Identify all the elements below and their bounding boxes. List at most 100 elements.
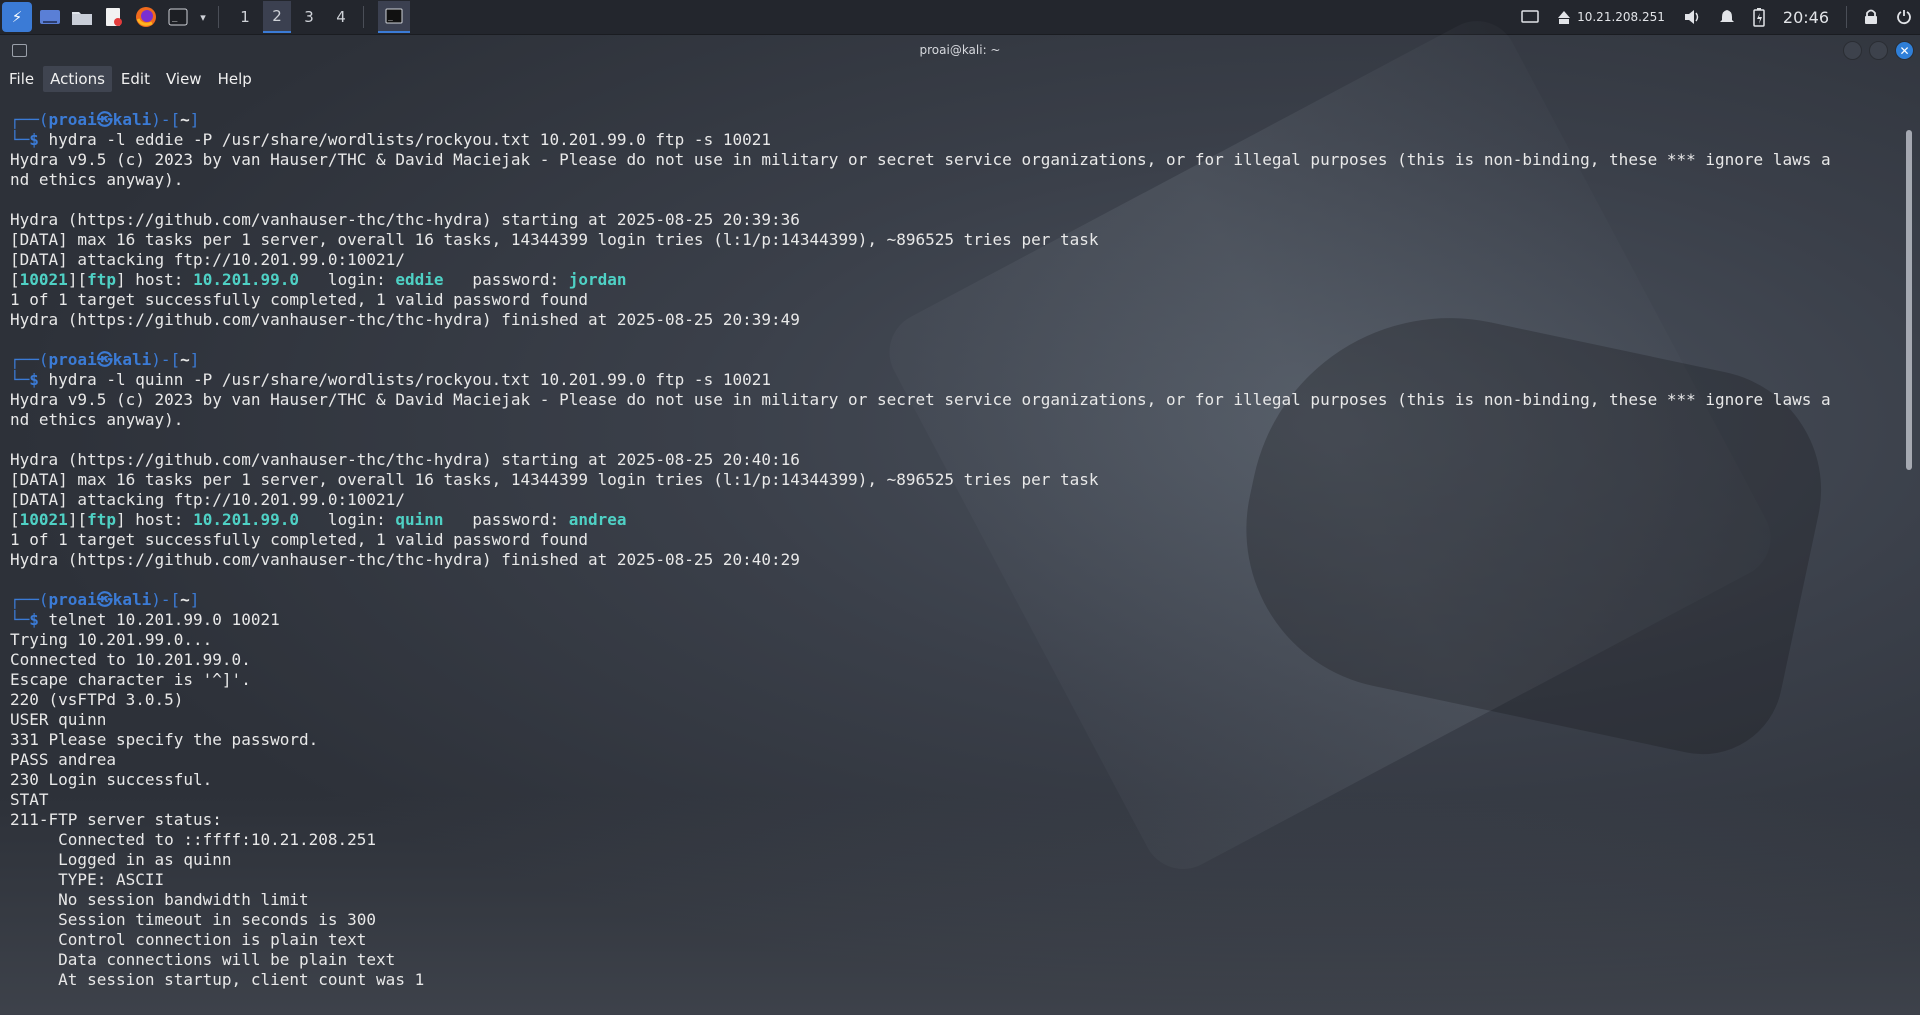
network-icon[interactable]: 10.21.208.251: [1557, 9, 1665, 25]
workspace-4[interactable]: 4: [327, 2, 355, 32]
terminal-task-button[interactable]: _: [378, 1, 410, 33]
output-text: 230 Login successful.: [10, 770, 213, 789]
taskbar-separator: [1846, 6, 1847, 28]
prompt-user-host: proai㉿kali: [48, 590, 152, 609]
prompt-frame: ┌──(: [10, 110, 49, 129]
prompt-frame: ]: [189, 590, 200, 609]
output-text: [DATA] attacking ftp://10.201.99.0:10021…: [10, 490, 405, 509]
prompt-cwd: ~: [180, 590, 190, 609]
bell-icon[interactable]: [1719, 9, 1735, 25]
terminal-line: Control connection is plain text: [10, 930, 1905, 950]
window-controls: ✕: [1836, 41, 1914, 60]
terminal-line: [DATA] max 16 tasks per 1 server, overal…: [10, 470, 1905, 490]
terminal-line: [DATA] max 16 tasks per 1 server, overal…: [10, 230, 1905, 250]
output-text: Trying 10.201.99.0...: [10, 630, 213, 649]
command-text: hydra -l eddie -P /usr/share/wordlists/r…: [48, 130, 771, 149]
terminal-text: [: [10, 510, 20, 529]
taskbar-separator: [363, 6, 364, 28]
terminal-output[interactable]: ┌──(proai㉿kali)-[~] └─$ hydra -l eddie -P…: [10, 110, 1905, 990]
terminal-line: [10021][ftp] host: 10.201.99.0 login: qu…: [10, 510, 1905, 530]
terminal-line: 230 Login successful.: [10, 770, 1905, 790]
workspace-1[interactable]: 1: [231, 2, 259, 32]
prompt-frame: )-[: [151, 350, 181, 369]
output-text: No session bandwidth limit: [10, 890, 309, 909]
window-menu-icon[interactable]: [12, 44, 27, 57]
taskbar: ⚡ _ ▾ 1 2 3 4 _ 10.21.208.251 20:46: [0, 0, 1920, 35]
window-titlebar[interactable]: proai@kali: ~ ✕: [0, 35, 1920, 65]
prompt-cwd: ~: [180, 350, 190, 369]
terminal-line: [10021][ftp] host: 10.201.99.0 login: ed…: [10, 270, 1905, 290]
menu-view[interactable]: View: [159, 66, 209, 92]
output-text: TYPE: ASCII: [10, 870, 165, 889]
output-text: nd ethics anyway).: [10, 170, 184, 189]
workspace-3[interactable]: 3: [295, 2, 323, 32]
terminal-line: └─$ telnet 10.201.99.0 10021: [10, 610, 1905, 630]
found-port: 10021: [19, 270, 68, 289]
output-text: Data connections will be plain text: [10, 950, 396, 969]
maximize-button[interactable]: [1869, 41, 1888, 60]
kali-menu-icon[interactable]: ⚡: [2, 2, 32, 32]
output-text: nd ethics anyway).: [10, 410, 184, 429]
output-text: 220 (vsFTPd 3.0.5): [10, 690, 184, 709]
menu-file[interactable]: File: [2, 66, 41, 92]
found-password: andrea: [568, 510, 627, 529]
power-icon[interactable]: [1896, 9, 1912, 25]
terminal-line: nd ethics anyway).: [10, 410, 1905, 430]
firefox-icon[interactable]: [132, 3, 160, 31]
output-text: 1 of 1 target successfully completed, 1 …: [10, 290, 588, 309]
prompt-frame: └─: [10, 370, 30, 389]
output-text: [DATA] max 16 tasks per 1 server, overal…: [10, 470, 1099, 489]
found-host: 10.201.99.0: [193, 510, 300, 529]
close-button[interactable]: ✕: [1895, 41, 1914, 60]
found-host: 10.201.99.0: [193, 270, 300, 289]
menu-edit[interactable]: Edit: [114, 66, 157, 92]
found-password: jordan: [568, 270, 627, 289]
terminal-line: Session timeout in seconds is 300: [10, 910, 1905, 930]
found-login: quinn: [395, 510, 444, 529]
lock-icon[interactable]: [1864, 9, 1878, 25]
output-text: [DATA] attacking ftp://10.201.99.0:10021…: [10, 250, 405, 269]
menu-help[interactable]: Help: [211, 66, 259, 92]
output-text: Hydra (https://github.com/vanhauser-thc/…: [10, 310, 800, 329]
output-text: Control connection is plain text: [10, 930, 367, 949]
ip-address: 10.21.208.251: [1577, 10, 1665, 24]
terminal-line: nd ethics anyway).: [10, 170, 1905, 190]
text-editor-icon[interactable]: [100, 3, 128, 31]
terminal-line: Hydra (https://github.com/vanhauser-thc/…: [10, 450, 1905, 470]
taskbar-separator: [218, 6, 219, 28]
desktop-icon[interactable]: [36, 3, 64, 31]
volume-icon[interactable]: [1683, 9, 1701, 25]
output-text: Logged in as quinn: [10, 850, 232, 869]
menubar: File Actions Edit View Help: [0, 65, 259, 93]
output-text: 331 Please specify the password.: [10, 730, 319, 749]
terminal-text: ]: [115, 270, 126, 289]
terminal-text: [: [10, 270, 20, 289]
terminal-line: Trying 10.201.99.0...: [10, 630, 1905, 650]
found-port: 10021: [19, 510, 68, 529]
output-text: [DATA] max 16 tasks per 1 server, overal…: [10, 230, 1099, 249]
workspace-2[interactable]: 2: [263, 1, 291, 33]
svg-text:_: _: [172, 13, 178, 23]
scrollbar[interactable]: [1906, 130, 1912, 470]
terminal-line: USER quinn: [10, 710, 1905, 730]
clock[interactable]: 20:46: [1783, 8, 1829, 27]
minimize-button[interactable]: [1843, 41, 1862, 60]
output-text: Escape character is '^]'.: [10, 670, 251, 689]
output-text: PASS andrea: [10, 750, 116, 769]
found-login: eddie: [395, 270, 444, 289]
display-icon[interactable]: [1521, 10, 1539, 24]
terminal-line: ┌──(proai㉿kali)-[~]: [10, 110, 1905, 130]
output-text: Hydra (https://github.com/vanhauser-thc/…: [10, 450, 800, 469]
terminal-icon[interactable]: _: [164, 3, 192, 31]
output-text: STAT: [10, 790, 49, 809]
terminal-line: 331 Please specify the password.: [10, 730, 1905, 750]
terminal-line: Hydra v9.5 (c) 2023 by van Hauser/THC & …: [10, 150, 1905, 170]
file-manager-icon[interactable]: [68, 3, 96, 31]
battery-icon[interactable]: [1753, 7, 1765, 27]
prompt-frame: ]: [189, 350, 200, 369]
output-text: Hydra v9.5 (c) 2023 by van Hauser/THC & …: [10, 150, 1831, 169]
chevron-down-icon[interactable]: ▾: [196, 3, 210, 31]
terminal-line: STAT: [10, 790, 1905, 810]
menu-actions[interactable]: Actions: [43, 66, 112, 92]
